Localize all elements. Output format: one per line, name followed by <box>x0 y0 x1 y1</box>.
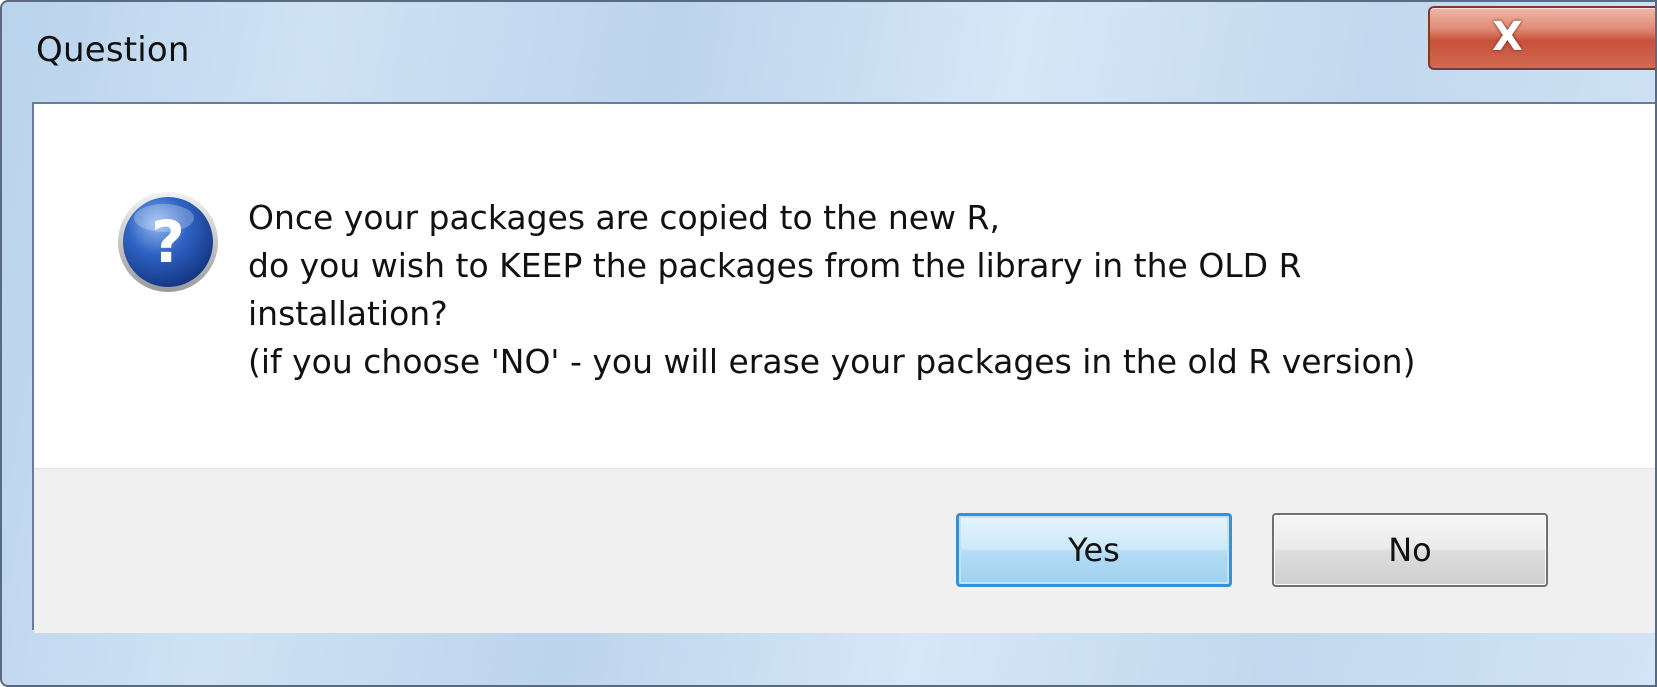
title-bar[interactable]: Question X <box>2 2 1655 102</box>
svg-text:?: ? <box>151 208 185 276</box>
close-icon: X <box>1492 14 1523 60</box>
window-title: Question <box>36 30 190 70</box>
close-button[interactable]: X <box>1428 6 1655 70</box>
message-line: installation? <box>248 294 448 333</box>
message-line: Once your packages are copied to the new… <box>248 198 1000 237</box>
message-line: do you wish to KEEP the packages from th… <box>248 246 1302 285</box>
dialog-message: Once your packages are copied to the new… <box>248 194 1415 386</box>
dialog-client-area: ? Once your packages are copied to the n… <box>32 102 1655 633</box>
yes-button[interactable]: Yes <box>956 513 1232 587</box>
message-line: (if you choose 'NO' - you will erase you… <box>248 342 1416 381</box>
question-icon: ? <box>118 192 218 292</box>
dialog-window: Question X ? Once your packages are copi… <box>0 0 1657 687</box>
message-area: ? Once your packages are copied to the n… <box>34 104 1655 468</box>
button-strip: Yes No <box>34 468 1655 633</box>
no-button[interactable]: No <box>1272 513 1548 587</box>
